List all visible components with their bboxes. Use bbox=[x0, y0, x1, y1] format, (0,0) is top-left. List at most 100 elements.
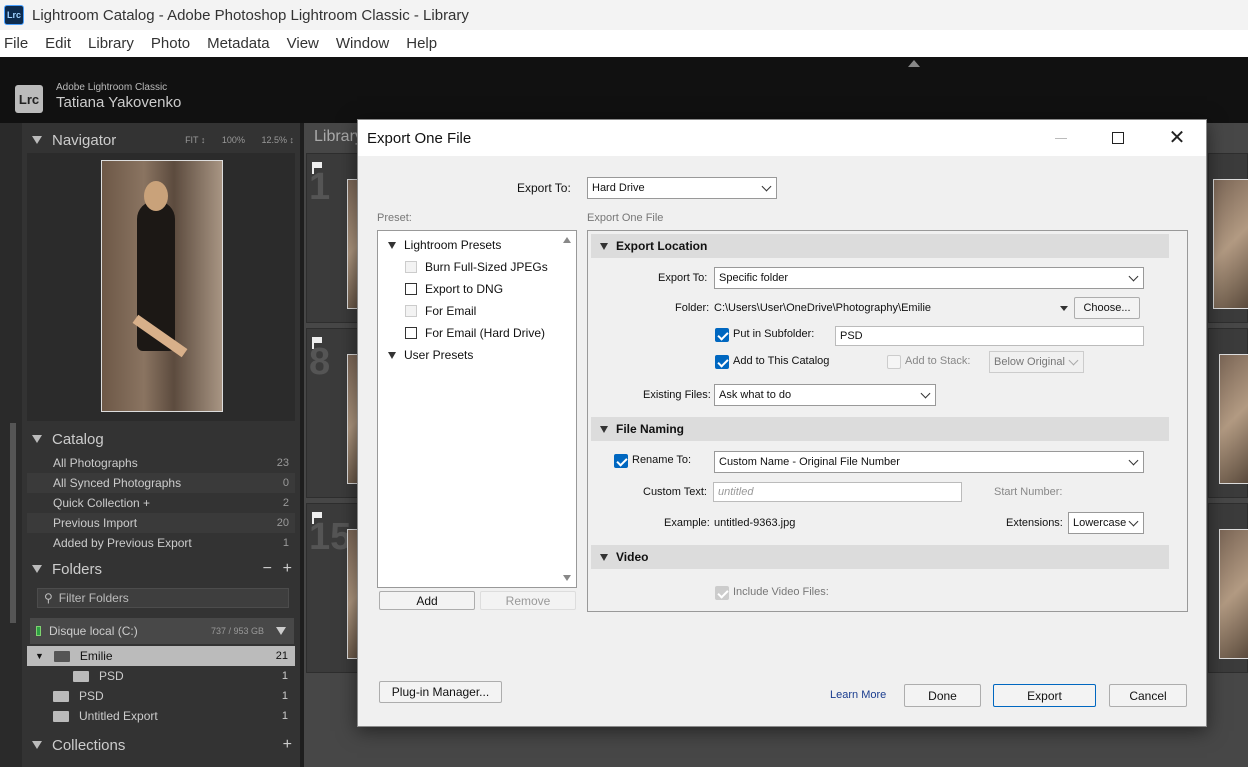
catalog-item[interactable]: Quick Collection + 2 bbox=[27, 493, 295, 513]
menu-edit[interactable]: Edit bbox=[43, 35, 84, 52]
window-title-bar: Lrc Lightroom Catalog - Adobe Photoshop … bbox=[0, 0, 1248, 30]
export-to-value: Hard Drive bbox=[592, 182, 645, 194]
folder-count: 1 bbox=[281, 710, 288, 722]
navigator-header[interactable]: Navigator FIT ↕ 100% 12.5% ↕ bbox=[22, 126, 300, 154]
location-export-to-value: Specific folder bbox=[719, 272, 789, 284]
maximize-button[interactable] bbox=[1095, 124, 1141, 152]
cancel-button[interactable]: Cancel bbox=[1109, 684, 1187, 707]
done-button[interactable]: Done bbox=[904, 684, 981, 707]
minimize-button[interactable] bbox=[1038, 124, 1084, 152]
folder-icon bbox=[53, 690, 69, 702]
catalog-item[interactable]: All Synced Photographs 0 bbox=[27, 473, 295, 493]
extensions-select[interactable]: Lowercase bbox=[1068, 512, 1144, 534]
preset-item[interactable]: Export to DNG bbox=[405, 282, 503, 296]
preset-group-lightroom[interactable]: Lightroom Presets bbox=[388, 238, 501, 252]
put-in-subfolder-checkbox[interactable] bbox=[715, 328, 729, 342]
photo-thumbnail[interactable] bbox=[1219, 529, 1248, 659]
grid-cell[interactable] bbox=[1208, 328, 1248, 498]
menu-view[interactable]: View bbox=[285, 35, 332, 52]
folder-count: 1 bbox=[281, 690, 288, 702]
export-settings-panel[interactable]: Export Location Export To: Specific fold… bbox=[587, 230, 1188, 612]
stack-position-select[interactable]: Below Original bbox=[989, 351, 1084, 373]
subfolder-name-input[interactable]: PSD bbox=[835, 326, 1144, 346]
collapse-triangle-icon bbox=[32, 565, 42, 573]
catalog-item-count: 0 bbox=[282, 477, 289, 489]
grid-cell[interactable] bbox=[1208, 503, 1248, 673]
zoom-12-option[interactable]: 12.5% ↕ bbox=[261, 135, 294, 145]
folder-history-dropdown-icon[interactable] bbox=[1060, 306, 1068, 311]
catalog-item-count: 2 bbox=[282, 497, 289, 509]
catalog-item-label: Quick Collection + bbox=[53, 496, 151, 510]
export-location-header[interactable]: Export Location bbox=[591, 234, 1169, 258]
close-button[interactable]: ✕ bbox=[1154, 124, 1200, 152]
grid-cell[interactable] bbox=[1208, 153, 1248, 323]
folder-item-emilie[interactable]: ▼ Emilie 21 bbox=[27, 646, 295, 666]
preset-item[interactable]: Burn Full-Sized JPEGs bbox=[405, 260, 548, 274]
settings-label: Export One File bbox=[587, 212, 664, 224]
preset-list[interactable]: Lightroom Presets Burn Full-Sized JPEGs … bbox=[377, 230, 577, 588]
preset-checkbox[interactable] bbox=[405, 305, 417, 317]
photo-thumbnail[interactable] bbox=[1219, 354, 1248, 484]
scroll-down-icon[interactable] bbox=[563, 575, 571, 581]
collections-header[interactable]: Collections + bbox=[22, 731, 300, 759]
zoom-fit-option[interactable]: FIT ↕ bbox=[185, 135, 205, 145]
custom-text-input[interactable]: untitled bbox=[713, 482, 962, 502]
photo-thumbnail[interactable] bbox=[1213, 179, 1248, 309]
preset-checkbox[interactable] bbox=[405, 327, 417, 339]
export-to-select[interactable]: Hard Drive bbox=[587, 177, 777, 199]
collapse-top-panel-icon[interactable] bbox=[908, 60, 920, 67]
dialog-title: Export One File bbox=[367, 130, 472, 147]
folder-label: PSD bbox=[99, 669, 124, 683]
catalog-item[interactable]: All Photographs 23 bbox=[27, 453, 295, 473]
volume-row[interactable]: Disque local (C:) 737 / 953 GB bbox=[30, 618, 294, 644]
catalog-item[interactable]: Previous Import 20 bbox=[27, 513, 295, 533]
menu-window[interactable]: Window bbox=[334, 35, 402, 52]
preset-item[interactable]: For Email bbox=[405, 304, 476, 318]
add-folder-icon[interactable]: + bbox=[283, 560, 292, 578]
section-title: Video bbox=[616, 550, 649, 564]
file-naming-header[interactable]: File Naming bbox=[591, 417, 1169, 441]
folder-item-untitled-export[interactable]: Untitled Export 1 bbox=[27, 706, 295, 726]
include-video-checkbox[interactable] bbox=[715, 586, 729, 600]
location-export-to-select[interactable]: Specific folder bbox=[714, 267, 1144, 289]
remove-folder-icon[interactable]: − bbox=[263, 560, 272, 578]
add-preset-button[interactable]: Add bbox=[379, 591, 475, 610]
left-panel-scrollbar[interactable] bbox=[10, 423, 16, 623]
video-header[interactable]: Video bbox=[591, 545, 1169, 569]
preset-group-user[interactable]: User Presets bbox=[388, 348, 473, 362]
identity-plate: Lrc Adobe Lightroom Classic Tatiana Yako… bbox=[0, 57, 1248, 123]
add-to-stack-checkbox[interactable] bbox=[887, 355, 901, 369]
folders-header[interactable]: Folders − + bbox=[22, 555, 300, 583]
export-button[interactable]: Export bbox=[993, 684, 1096, 707]
expand-triangle-icon[interactable]: ▼ bbox=[35, 651, 44, 661]
learn-more-link[interactable]: Learn More bbox=[830, 689, 886, 701]
folder-item-psd[interactable]: PSD 1 bbox=[27, 686, 295, 706]
existing-files-select[interactable]: Ask what to do bbox=[714, 384, 936, 406]
catalog-item-count: 20 bbox=[276, 517, 289, 529]
preset-checkbox[interactable] bbox=[405, 261, 417, 273]
menu-help[interactable]: Help bbox=[404, 35, 450, 52]
preset-item[interactable]: For Email (Hard Drive) bbox=[405, 326, 545, 340]
volume-expand-icon[interactable] bbox=[276, 627, 286, 635]
zoom-100-option[interactable]: 100% bbox=[222, 135, 245, 145]
remove-preset-button[interactable]: Remove bbox=[480, 591, 576, 610]
add-to-catalog-checkbox[interactable] bbox=[715, 355, 729, 369]
plugin-manager-button[interactable]: Plug-in Manager... bbox=[379, 681, 502, 703]
filter-folders-input[interactable]: ⚲ Filter Folders bbox=[37, 588, 289, 608]
menu-metadata[interactable]: Metadata bbox=[205, 35, 283, 52]
catalog-header[interactable]: Catalog bbox=[22, 425, 300, 453]
menu-photo[interactable]: Photo bbox=[149, 35, 203, 52]
preset-label: For Email (Hard Drive) bbox=[425, 326, 546, 340]
catalog-item[interactable]: Added by Previous Export 1 bbox=[27, 533, 295, 553]
menu-file[interactable]: File bbox=[2, 35, 41, 52]
choose-folder-button[interactable]: Choose... bbox=[1074, 297, 1140, 319]
menu-library[interactable]: Library bbox=[86, 35, 147, 52]
navigator-photo[interactable] bbox=[101, 160, 223, 412]
folder-item-psd-sub[interactable]: PSD 1 bbox=[27, 666, 295, 686]
preset-checkbox[interactable] bbox=[405, 283, 417, 295]
preset-label: For Email bbox=[425, 304, 477, 318]
scroll-up-icon[interactable] bbox=[563, 237, 571, 243]
add-collection-icon[interactable]: + bbox=[283, 736, 292, 754]
rename-template-select[interactable]: Custom Name - Original File Number bbox=[714, 451, 1144, 473]
rename-to-checkbox[interactable] bbox=[614, 454, 628, 468]
